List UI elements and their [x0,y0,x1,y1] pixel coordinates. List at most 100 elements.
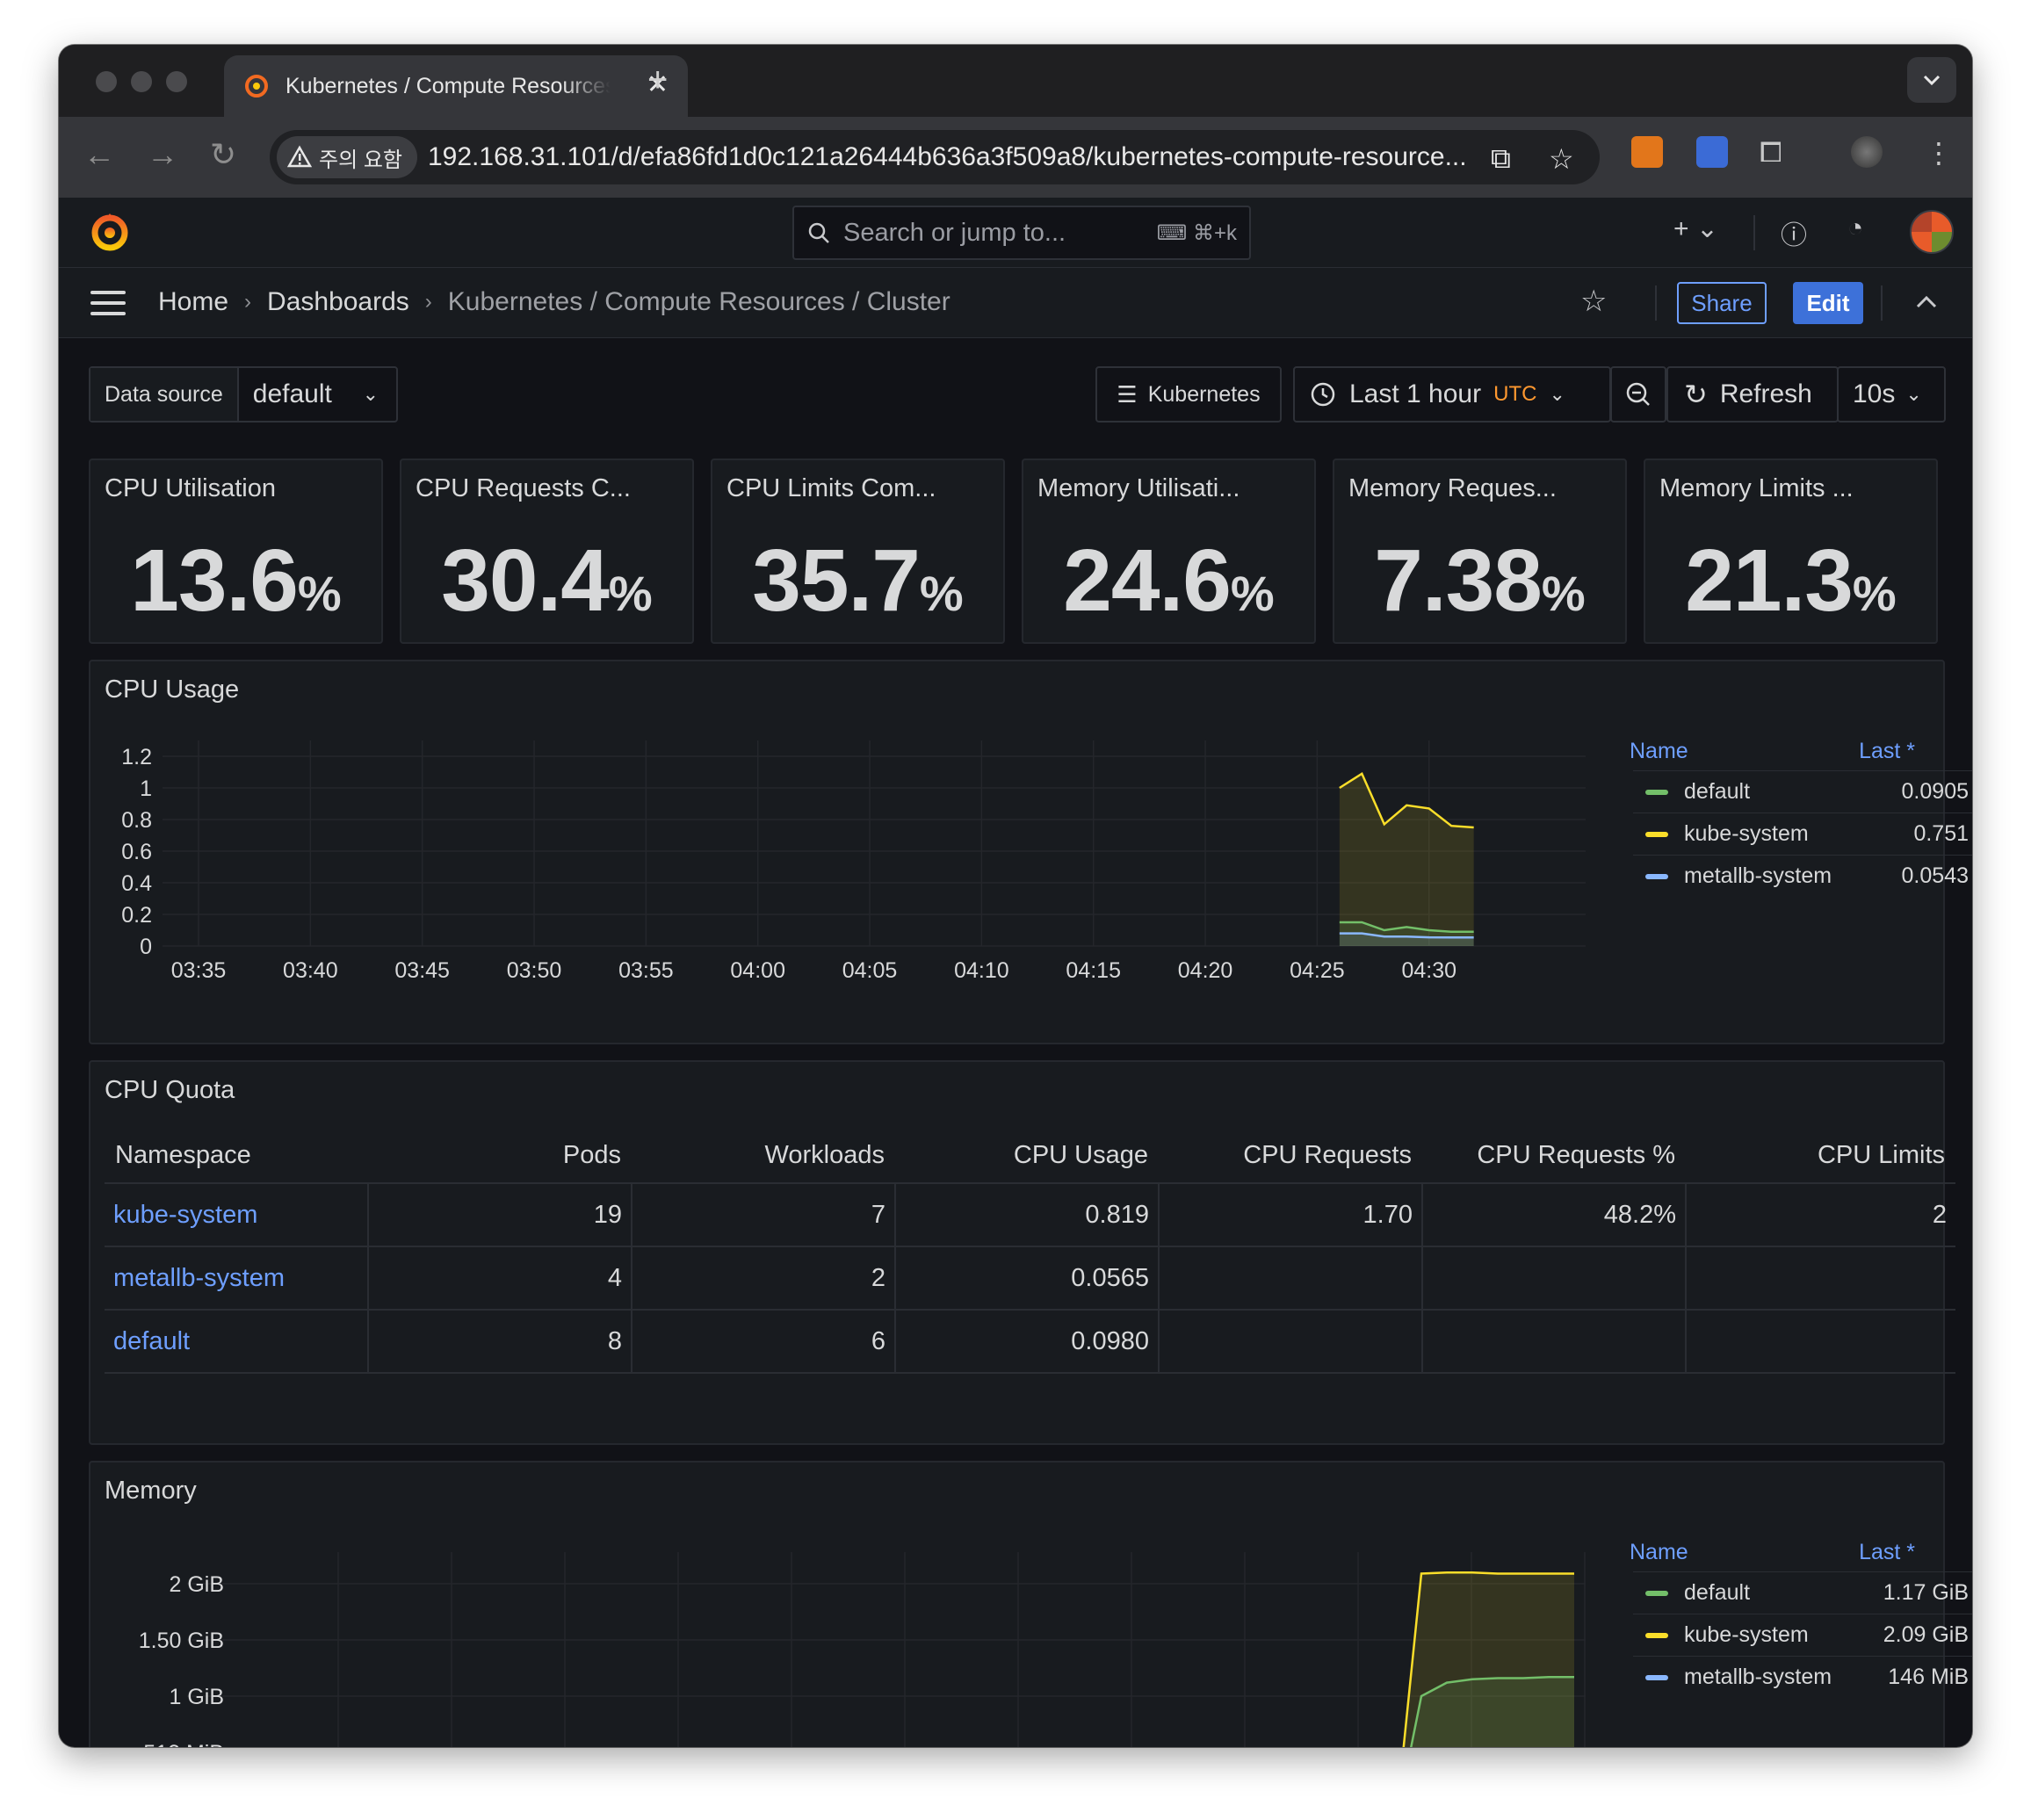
series-color-swatch [1645,831,1668,837]
stat-panel[interactable]: CPU Utilisation 13.6% [89,459,383,644]
namespace-link[interactable]: kube-system [105,1183,369,1247]
legend-series-name: default [1684,779,1751,804]
stat-panel[interactable]: Memory Utilisati... 24.6% [1022,459,1316,644]
translate-icon[interactable]: ⧉ [1491,142,1511,176]
bookmark-star-icon[interactable]: ☆ [1549,142,1574,176]
panel-title: CPU Limits Com... [726,474,936,502]
column-header[interactable]: CPU Limits [1686,1129,1955,1184]
stat-panel[interactable]: CPU Requests C... 30.4% [400,459,694,644]
x-tick-label: 03:50 [507,958,562,983]
column-header[interactable]: Namespace [105,1129,368,1184]
table-cell: 48.2% [1422,1183,1687,1247]
legend-item[interactable]: kube-system 2.09 GiB [1633,1614,1972,1656]
reload-icon[interactable]: ↻ [210,136,236,173]
column-header[interactable]: Pods [368,1129,632,1184]
legend-name-header[interactable]: Name [1630,739,1688,764]
edit-button[interactable]: Edit [1793,282,1863,324]
series-area [1339,773,1474,946]
series-color-swatch [1645,1674,1668,1680]
address-bar[interactable]: 주의 요함 192.168.31.101/d/efa86fd1d0c121a26… [270,130,1600,184]
tab-search-button[interactable] [1907,57,1956,103]
y-tick-label: 0.2 [121,903,152,928]
namespace-link[interactable]: metallb-system [105,1246,369,1311]
news-rss-icon[interactable]: ◔ [1847,213,1863,243]
breadcrumb-home[interactable]: Home [158,287,228,317]
stat-panel[interactable]: Memory Limits ... 21.3% [1644,459,1938,644]
y-tick-label: 512 MiB [143,1741,224,1747]
y-tick-label: 0.4 [121,871,152,896]
column-header[interactable]: CPU Requests % [1422,1129,1686,1184]
legend-last-header[interactable]: Last * [1859,739,1915,764]
menu-hamburger-icon[interactable] [90,291,126,315]
share-button[interactable]: Share [1677,282,1767,324]
stat-panel[interactable]: CPU Limits Com... 35.7% [711,459,1005,644]
column-header[interactable]: Workloads [632,1129,895,1184]
cpu-usage-panel[interactable]: CPU Usage 0 0.2 0.4 0.6 0.8 1 1.2 03:35 03:40 03:… [89,660,1972,1044]
favorite-star-icon[interactable]: ☆ [1580,284,1607,319]
chevron-up-icon[interactable] [1912,289,1941,317]
window-minimize-dot[interactable] [131,71,152,92]
stat-number: 21.3 [1685,531,1854,630]
namespace-link[interactable]: default [105,1310,369,1374]
time-range-picker[interactable]: Last 1 hour UTC ⌄ [1293,366,1611,422]
grafana-logo-icon[interactable] [87,208,133,254]
search-input[interactable]: Search or jump to... ⌨ ⌘+k [792,206,1251,260]
table-cell: 0.819 [895,1183,1160,1247]
refresh-interval-picker[interactable]: 10s ⌄ [1837,366,1946,422]
window-close-dot[interactable] [96,71,117,92]
stat-value: 30.4% [401,531,692,632]
browser-tab[interactable]: Kubernetes / Compute Resources / Cluster… [224,55,688,117]
profile-icon[interactable] [1851,136,1883,168]
new-tab-button[interactable]: + [647,61,668,100]
memory-chart[interactable]: 512 MiB 1 GiB 1.50 GiB 2 GiB [90,1533,1593,1747]
legend-item[interactable]: default 1.17 GiB [1633,1571,1972,1614]
stat-number: 24.6 [1063,531,1232,630]
breadcrumb-dashboards[interactable]: Dashboards [267,287,409,317]
user-avatar[interactable] [1910,210,1954,254]
column-header[interactable]: CPU Usage [895,1129,1159,1184]
legend-last-header[interactable]: Last * [1859,1540,1915,1565]
security-chip-label: 주의 요함 [319,148,402,172]
legend-item[interactable]: metallb-system 146 MiB [1633,1656,1972,1698]
kubernetes-dashboards-link[interactable]: ☰ Kubernetes [1095,366,1282,422]
tab-title: Kubernetes / Compute Resources / Cluster [285,73,611,98]
legend-series-last: 0.0905 [1901,779,1969,804]
panel-title: CPU Quota [105,1076,235,1104]
legend-item[interactable]: kube-system 0.751 [1633,812,1972,855]
zoom-out-button[interactable] [1610,366,1666,422]
security-chip[interactable]: 주의 요함 [277,136,417,178]
refresh-button[interactable]: ↻ Refresh [1666,366,1839,422]
forward-icon[interactable]: → [147,136,178,173]
memory-panel[interactable]: Memory 512 MiB 1 GiB 1.50 GiB 2 GiB Name La… [89,1461,1972,1747]
x-tick-label: 04:30 [1401,958,1456,983]
x-tick-label: 03:55 [618,958,674,983]
stat-unit: % [1230,566,1275,621]
url-text[interactable]: 192.168.31.101/d/efa86fd1d0c121a26444b63… [428,142,1467,172]
datasource-value: default [252,379,332,408]
table-cell: 6 [632,1310,896,1374]
legend-name-header[interactable]: Name [1630,1540,1688,1565]
cursor-extension-icon[interactable] [1696,136,1728,168]
help-icon[interactable]: ⓘ [1781,213,1807,252]
series-color-swatch [1645,1590,1668,1596]
browser-menu-icon[interactable]: ⋮ [1925,136,1956,169]
back-icon[interactable]: ← [83,136,115,173]
x-tick-label: 04:15 [1066,958,1121,983]
window-zoom-dot[interactable] [166,71,187,92]
legend-item[interactable]: default 0.0905 [1633,770,1972,812]
stat-number: 30.4 [441,531,610,630]
stat-panel[interactable]: Memory Reques... 7.38% [1333,459,1627,644]
datasource-picker[interactable]: Data source default ⌄ [89,366,398,422]
refresh-interval-value: 10s [1853,379,1896,408]
stat-number: 13.6 [130,531,299,630]
cpu-usage-chart[interactable]: 0 0.2 0.4 0.6 0.8 1 1.2 03:35 03:40 03:45 03:50 03:… [90,732,1593,1030]
column-header[interactable]: CPU Requests [1159,1129,1422,1184]
extensions-puzzle-icon[interactable]: ⧠ [1760,136,1791,168]
legend-series-name: metallb-system [1684,1665,1832,1689]
chevron-down-icon [1923,75,1941,86]
metamask-extension-icon[interactable] [1631,136,1663,168]
table-cell: 0.0565 [895,1246,1160,1311]
add-plus-icon[interactable]: + ⌄ [1673,213,1718,244]
stat-unit: % [297,566,342,621]
legend-item[interactable]: metallb-system 0.0543 [1633,855,1972,897]
